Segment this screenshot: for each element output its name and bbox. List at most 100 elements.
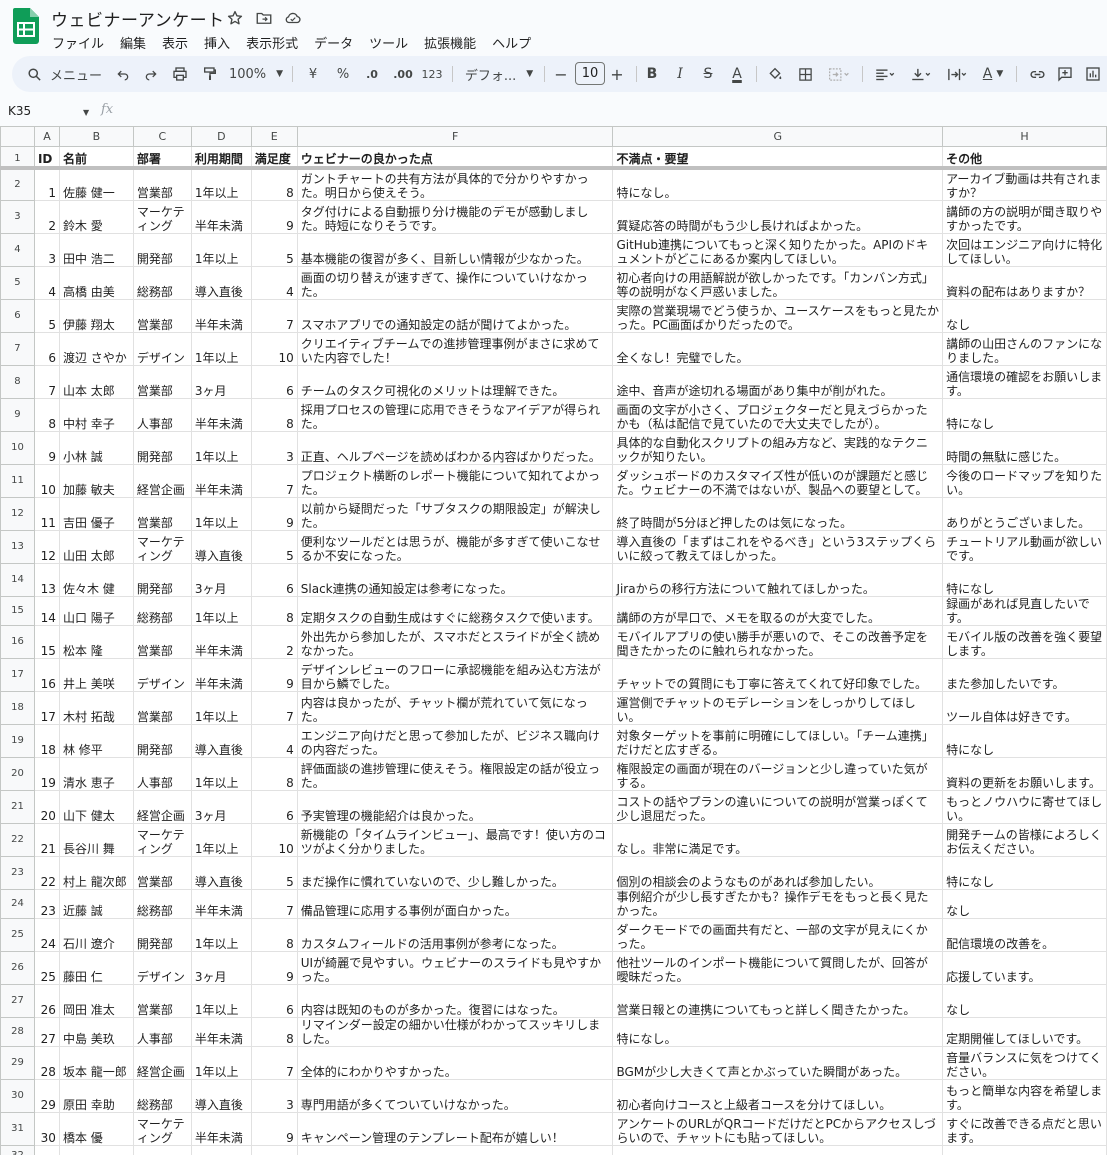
row-header[interactable]: 6 (0, 299, 35, 333)
cell-score[interactable]: 3 (250, 431, 298, 465)
cell-good[interactable]: 正直、ヘルプページを読めばわかる内容ばかりだった。 (296, 431, 614, 465)
cell-name[interactable]: 渡辺 さやか (58, 332, 134, 366)
cell-score[interactable]: 8 (250, 596, 298, 626)
cell-score[interactable]: 8 (250, 757, 298, 791)
header-cell-score[interactable]: 満足度 (250, 146, 298, 170)
row-header[interactable]: 1 (0, 146, 35, 170)
cloud-saved-icon[interactable] (284, 9, 302, 27)
menu-file[interactable]: ファイル (44, 31, 112, 54)
column-header-g[interactable]: G (612, 126, 944, 147)
cell-score[interactable]: 8 (250, 398, 298, 432)
cell-bad[interactable]: 講師の方が早口で、メモを取るのが大変でした。 (612, 596, 944, 626)
cell-id[interactable]: 9 (33, 431, 60, 465)
zoom-select[interactable]: 100% ▼ (228, 56, 284, 92)
cell-name[interactable]: 坂本 龍一郎 (58, 1046, 134, 1080)
cell-other[interactable]: 特になし (942, 398, 1107, 432)
empty-cell[interactable] (250, 1145, 298, 1155)
menu-help[interactable]: ヘルプ (484, 31, 539, 54)
cell-dept[interactable]: 総務部 (132, 596, 192, 626)
menu-edit[interactable]: 編集 (112, 31, 154, 54)
cell-period[interactable]: 導入直後 (190, 266, 252, 300)
cell-other[interactable]: もっと簡単な内容を希望します。 (942, 1079, 1107, 1113)
cell-other[interactable]: ツール自体は好きです。 (942, 691, 1107, 725)
percent-format-button[interactable]: % (332, 56, 354, 92)
cell-dept[interactable]: 総務部 (132, 889, 192, 919)
cell-bad[interactable]: 実際の営業現場でどう使うか、ユースケースをもっと見たかった。PC画面ばかりだった… (612, 299, 944, 333)
cell-other[interactable]: 講師の方の説明が聞き取りやすかったです。 (942, 200, 1107, 234)
cell-id[interactable]: 21 (33, 823, 60, 857)
sheets-logo-icon[interactable] (13, 8, 39, 44)
cell-id[interactable]: 23 (33, 889, 60, 919)
cell-good[interactable]: Slack連携の通知設定は参考になった。 (296, 563, 614, 597)
cell-other[interactable]: また参加したいです。 (942, 658, 1107, 692)
cell-id[interactable]: 10 (33, 464, 60, 498)
cell-good[interactable]: チームのタスク可視化のメリットは理解できた。 (296, 365, 614, 399)
cell-score[interactable]: 8 (250, 918, 298, 952)
cell-period[interactable]: 3ヶ月 (190, 365, 252, 399)
cell-dept[interactable]: マーケティング (132, 1112, 192, 1146)
cell-name[interactable]: 佐々木 健 (58, 563, 134, 597)
cell-dept[interactable]: 営業部 (132, 984, 192, 1018)
cell-other[interactable]: 今後のロードマップを知りたい。 (942, 464, 1107, 498)
cell-dept[interactable]: 開発部 (132, 563, 192, 597)
menu-extensions[interactable]: 拡張機能 (416, 31, 484, 54)
row-header[interactable]: 2 (0, 167, 35, 201)
empty-cell[interactable] (33, 1145, 60, 1155)
cell-name[interactable]: 加藤 敏夫 (58, 464, 134, 498)
cell-dept[interactable]: 営業部 (132, 365, 192, 399)
row-header[interactable]: 16 (0, 625, 35, 659)
cell-period[interactable]: 半年未満 (190, 889, 252, 919)
cell-bad[interactable]: 特になし。 (612, 167, 944, 201)
cell-other[interactable]: すぐに改善できる点だと思います。 (942, 1112, 1107, 1146)
move-folder-icon[interactable] (255, 9, 273, 27)
cell-other[interactable]: 定期開催してほしいです。 (942, 1017, 1107, 1047)
row-header[interactable]: 7 (0, 332, 35, 366)
cell-period[interactable]: 半年未満 (190, 398, 252, 432)
cell-name[interactable]: 山口 陽子 (58, 596, 134, 626)
cell-dept[interactable]: 営業部 (132, 497, 192, 531)
cell-dept[interactable]: 総務部 (132, 266, 192, 300)
row-header[interactable]: 4 (0, 233, 35, 267)
cell-dept[interactable]: マーケティング (132, 823, 192, 857)
cell-id[interactable]: 12 (33, 530, 60, 564)
cell-period[interactable]: 導入直後 (190, 530, 252, 564)
cell-good[interactable]: 専門用語が多くてついていけなかった。 (296, 1079, 614, 1113)
cell-dept[interactable]: 営業部 (132, 625, 192, 659)
cell-id[interactable]: 8 (33, 398, 60, 432)
cell-other[interactable]: 応援しています。 (942, 951, 1107, 985)
cell-id[interactable]: 22 (33, 856, 60, 890)
undo-icon[interactable] (112, 56, 134, 92)
cell-dept[interactable]: 営業部 (132, 691, 192, 725)
cell-id[interactable]: 1 (33, 167, 60, 201)
cell-id[interactable]: 20 (33, 790, 60, 824)
column-header-d[interactable]: D (190, 126, 252, 147)
decrease-decimal-button[interactable]: .0 (360, 56, 384, 92)
vertical-align-icon[interactable] (906, 56, 936, 92)
cell-bad[interactable]: 質疑応答の時間がもう少し長ければよかった。 (612, 200, 944, 234)
row-header[interactable]: 21 (0, 790, 35, 824)
empty-cell[interactable] (296, 1145, 614, 1155)
cell-period[interactable]: 1年以上 (190, 984, 252, 1018)
cell-score[interactable]: 7 (250, 691, 298, 725)
row-header[interactable]: 18 (0, 691, 35, 725)
cell-id[interactable]: 15 (33, 625, 60, 659)
insert-comment-icon[interactable] (1054, 56, 1076, 92)
cell-other[interactable]: アーカイブ動画は共有されますか？ (942, 167, 1107, 201)
cell-score[interactable]: 6 (250, 984, 298, 1018)
column-header-b[interactable]: B (58, 126, 134, 147)
header-cell-bad[interactable]: 不満点・要望 (612, 146, 944, 170)
print-icon[interactable] (168, 56, 192, 92)
strikethrough-button[interactable]: S (698, 56, 718, 92)
empty-cell[interactable] (58, 1145, 134, 1155)
cell-period[interactable]: 1年以上 (190, 167, 252, 201)
cell-dept[interactable]: 営業部 (132, 299, 192, 333)
cell-score[interactable]: 6 (250, 365, 298, 399)
cell-period[interactable]: 1年以上 (190, 497, 252, 531)
cell-good[interactable]: クリエイティブチームでの進捗管理事例がまさに求めていた内容でした！ (296, 332, 614, 366)
cell-good[interactable]: 評価面談の進捗管理に使えそう。権限設定の話が役立った。 (296, 757, 614, 791)
cell-good[interactable]: 以前から疑問だった「サブタスクの期限設定」が解決した。 (296, 497, 614, 531)
cell-good[interactable]: スマホアプリでの通知設定の話が聞けてよかった。 (296, 299, 614, 333)
cell-period[interactable]: 半年未満 (190, 1112, 252, 1146)
cell-other[interactable]: 特になし (942, 563, 1107, 597)
cell-period[interactable]: 1年以上 (190, 596, 252, 626)
